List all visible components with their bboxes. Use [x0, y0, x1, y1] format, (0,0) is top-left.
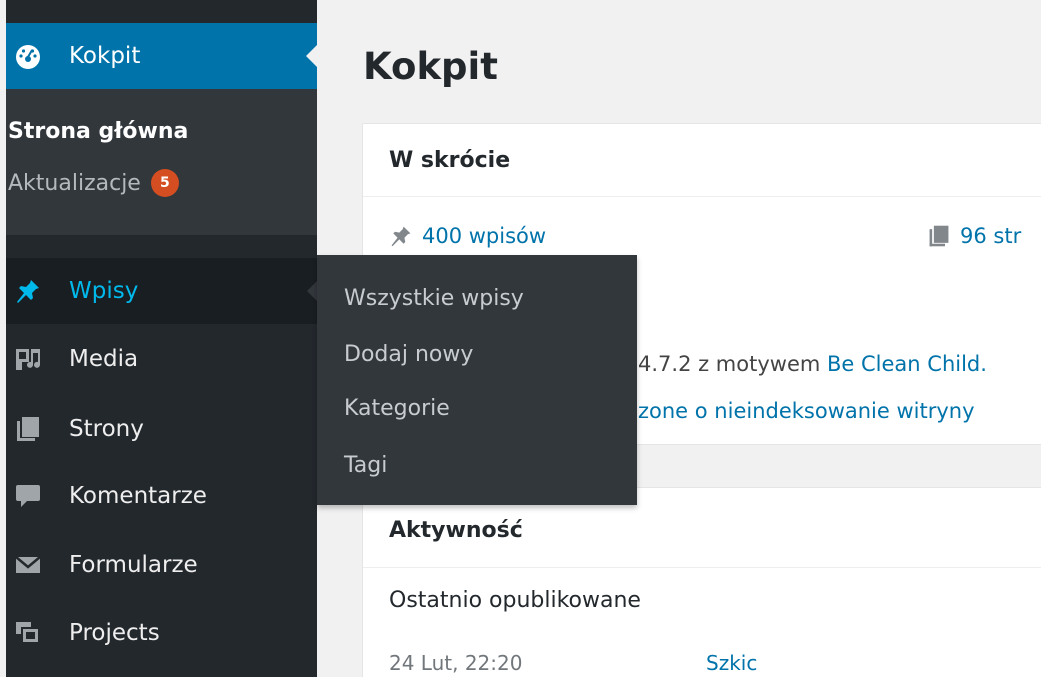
sidebar-item-label: Formularze: [69, 552, 198, 578]
page-title: Kokpit: [363, 45, 498, 88]
wpisy-flyout-menu: Wszystkie wpisy Dodaj nowy Kategorie Tag…: [317, 255, 637, 505]
envelope-icon: [15, 556, 41, 573]
pin-icon: [391, 226, 411, 247]
submenu-item-label: Aktualizacje: [8, 170, 141, 196]
sidebar-item-projects[interactable]: Projects: [6, 600, 317, 666]
pages-icon: [929, 225, 949, 247]
posts-count-link[interactable]: 400 wpisów: [389, 224, 546, 248]
projects-icon: [16, 622, 40, 644]
recently-published-heading: Ostatnio opublikowane: [389, 588, 641, 613]
sidebar-item-komentarze[interactable]: Komentarze: [6, 463, 317, 529]
sidebar-item-kokpit[interactable]: Kokpit: [6, 23, 317, 89]
sidebar-item-wpisy[interactable]: Wpisy: [6, 258, 317, 324]
sidebar-item-label: Projects: [69, 620, 160, 646]
sidebar-item-label: Wpisy: [69, 278, 139, 304]
posts-count-label: 400 wpisów: [422, 224, 547, 248]
comment-icon: [16, 485, 40, 507]
sidebar-top-strip: [6, 0, 317, 12]
kokpit-submenu: Strona główna Aktualizacje 5: [6, 89, 317, 235]
pages-icon: [17, 417, 39, 441]
sidebar-item-label: Media: [69, 346, 139, 372]
media-icon: [16, 349, 40, 370]
flyout-item-tags[interactable]: Tagi: [344, 453, 387, 478]
submenu-item-updates[interactable]: Aktualizacje 5: [8, 169, 179, 197]
pin-icon: [17, 280, 39, 303]
post-date: 24 Lut, 22:20: [389, 651, 523, 675]
sidebar-item-label: Strony: [69, 416, 144, 442]
sidebar-item-media[interactable]: Media: [6, 326, 317, 392]
noindex-link[interactable]: zone o nieindeksowanie witryny: [638, 399, 975, 423]
sidebar-item-strony[interactable]: Strony: [6, 396, 317, 462]
flyout-item-categories[interactable]: Kategorie: [344, 396, 450, 421]
submenu-item-home[interactable]: Strona główna: [8, 119, 188, 144]
flyout-item-all-posts[interactable]: Wszystkie wpisy: [344, 286, 524, 311]
pages-count-label: 96 str: [960, 224, 1022, 248]
pages-count-link[interactable]: 96 str: [927, 224, 1021, 248]
sidebar-item-formularze[interactable]: Formularze: [6, 532, 317, 598]
activity-widget: Aktywność Ostatnio opublikowane 24 Lut, …: [362, 487, 1041, 677]
widget-header[interactable]: W skrócie: [363, 124, 1041, 197]
post-title-link[interactable]: Szkic: [706, 651, 757, 675]
updates-count-badge: 5: [150, 169, 179, 197]
sidebar-item-label: Kokpit: [69, 43, 141, 69]
version-info: 4.7.2 z motywem Be Clean Child.: [638, 352, 987, 376]
flyout-item-add-new[interactable]: Dodaj nowy: [344, 342, 473, 367]
dashboard-icon: [16, 45, 40, 69]
widget-title: W skrócie: [389, 148, 511, 173]
admin-sidebar: Kokpit Strona główna Aktualizacje 5 Wpis…: [6, 0, 317, 677]
sidebar-item-label: Komentarze: [69, 483, 207, 509]
widget-title: Aktywność: [389, 518, 523, 543]
theme-link[interactable]: Be Clean Child.: [827, 352, 987, 376]
version-text: 4.7.2 z motywem: [638, 352, 821, 376]
